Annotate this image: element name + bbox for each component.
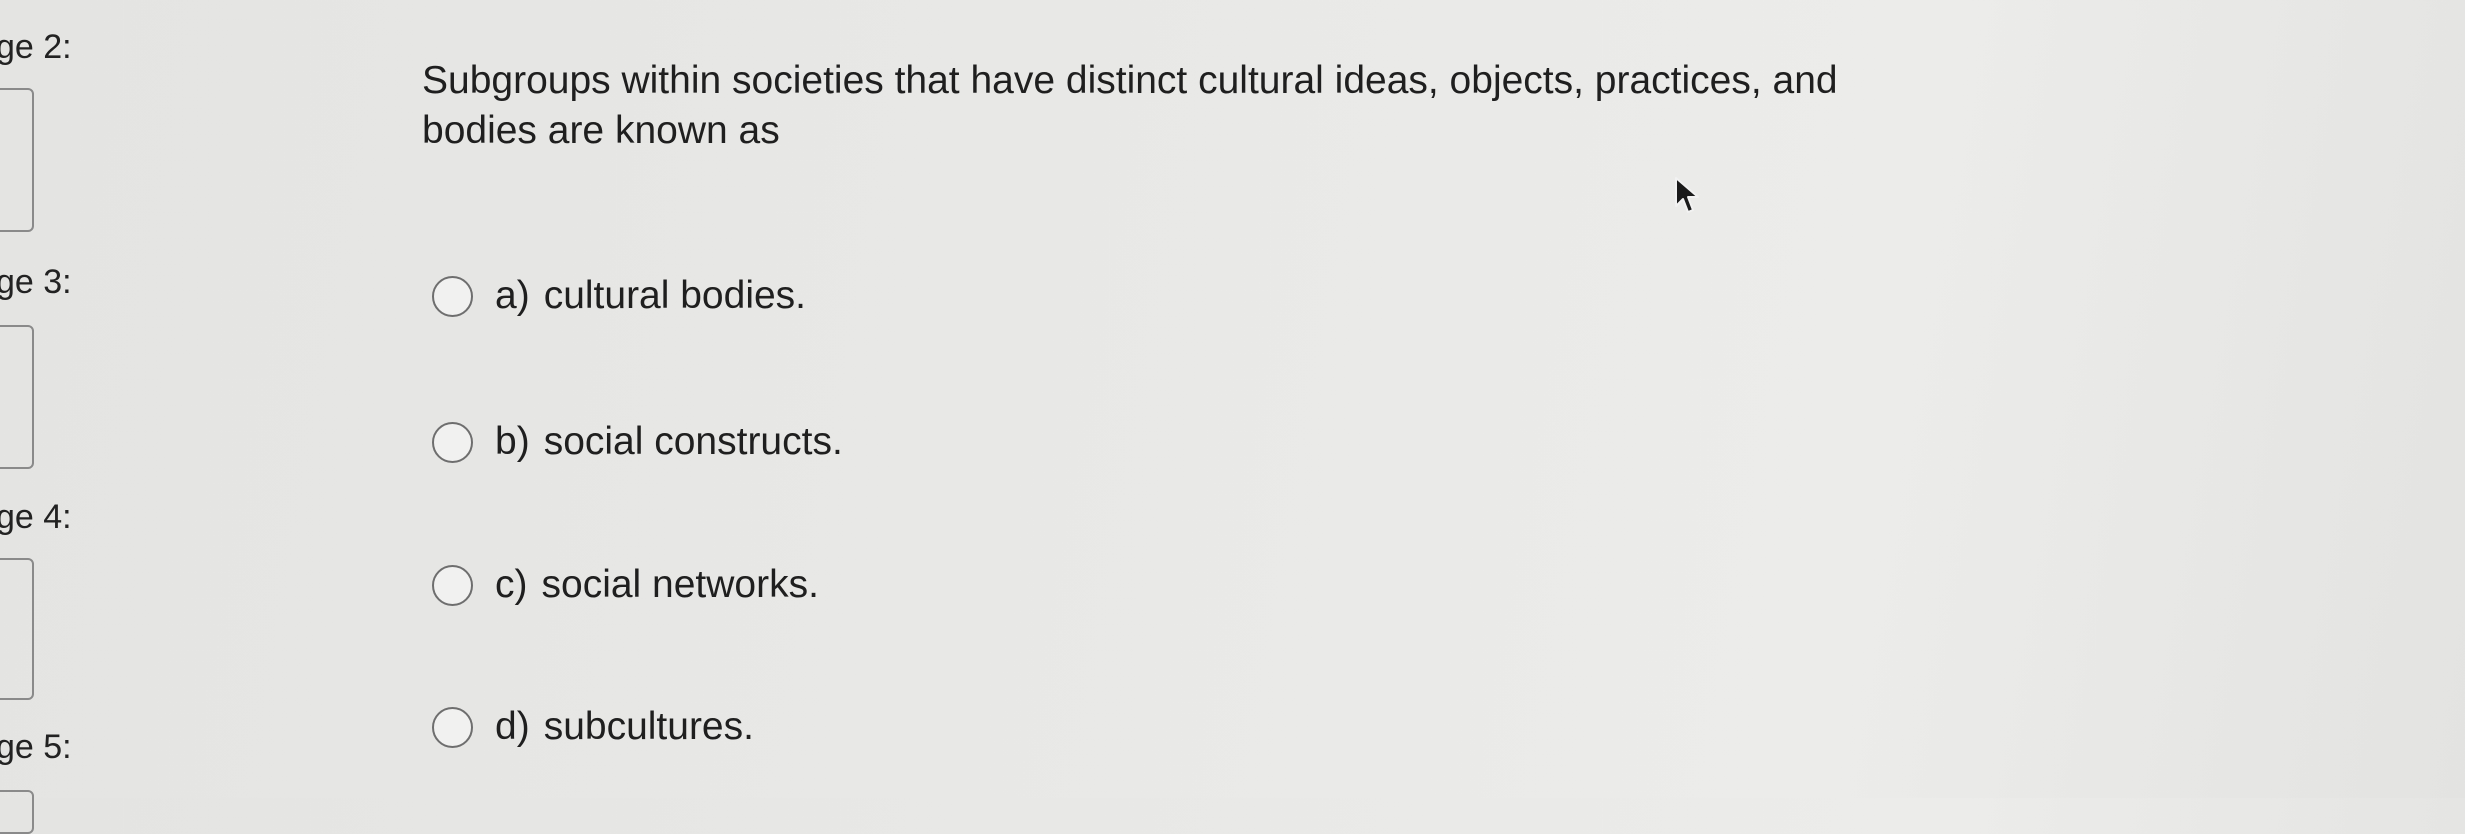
question-text: Subgroups within societies that have dis… [422,59,1838,152]
option-letter-d: d) [495,705,530,748]
page-4-input-box[interactable] [0,558,34,700]
mouse-pointer-icon [1675,177,1699,213]
radio-button-d[interactable] [432,706,473,748]
option-label-a: cultural bodies. [543,274,807,317]
option-letter-c: c) [495,563,528,606]
option-letter-a: a) [495,274,530,317]
radio-button-c[interactable] [432,564,473,606]
radio-button-b[interactable] [432,421,473,463]
page-label-3: ge 3: [0,263,72,301]
option-a[interactable]: a) cultural bodies. [432,274,806,318]
page-label-5: ge 5: [0,728,72,766]
page-label-4: ge 4: [0,498,72,536]
option-label-b: social constructs. [543,420,843,463]
page-label-2: ge 2: [0,28,72,66]
radio-button-a[interactable] [432,275,473,317]
option-b[interactable]: b) social constructs. [432,420,843,464]
option-letter-b: b) [495,420,530,463]
page-3-input-box[interactable] [0,325,34,469]
option-c[interactable]: c) social networks. [432,563,819,607]
option-label-d: subcultures. [543,705,754,748]
option-label-c: social networks. [541,563,819,606]
page-2-input-box[interactable] [0,88,34,232]
page-5-input-box[interactable] [0,790,34,834]
option-d[interactable]: d) subcultures. [432,705,754,749]
